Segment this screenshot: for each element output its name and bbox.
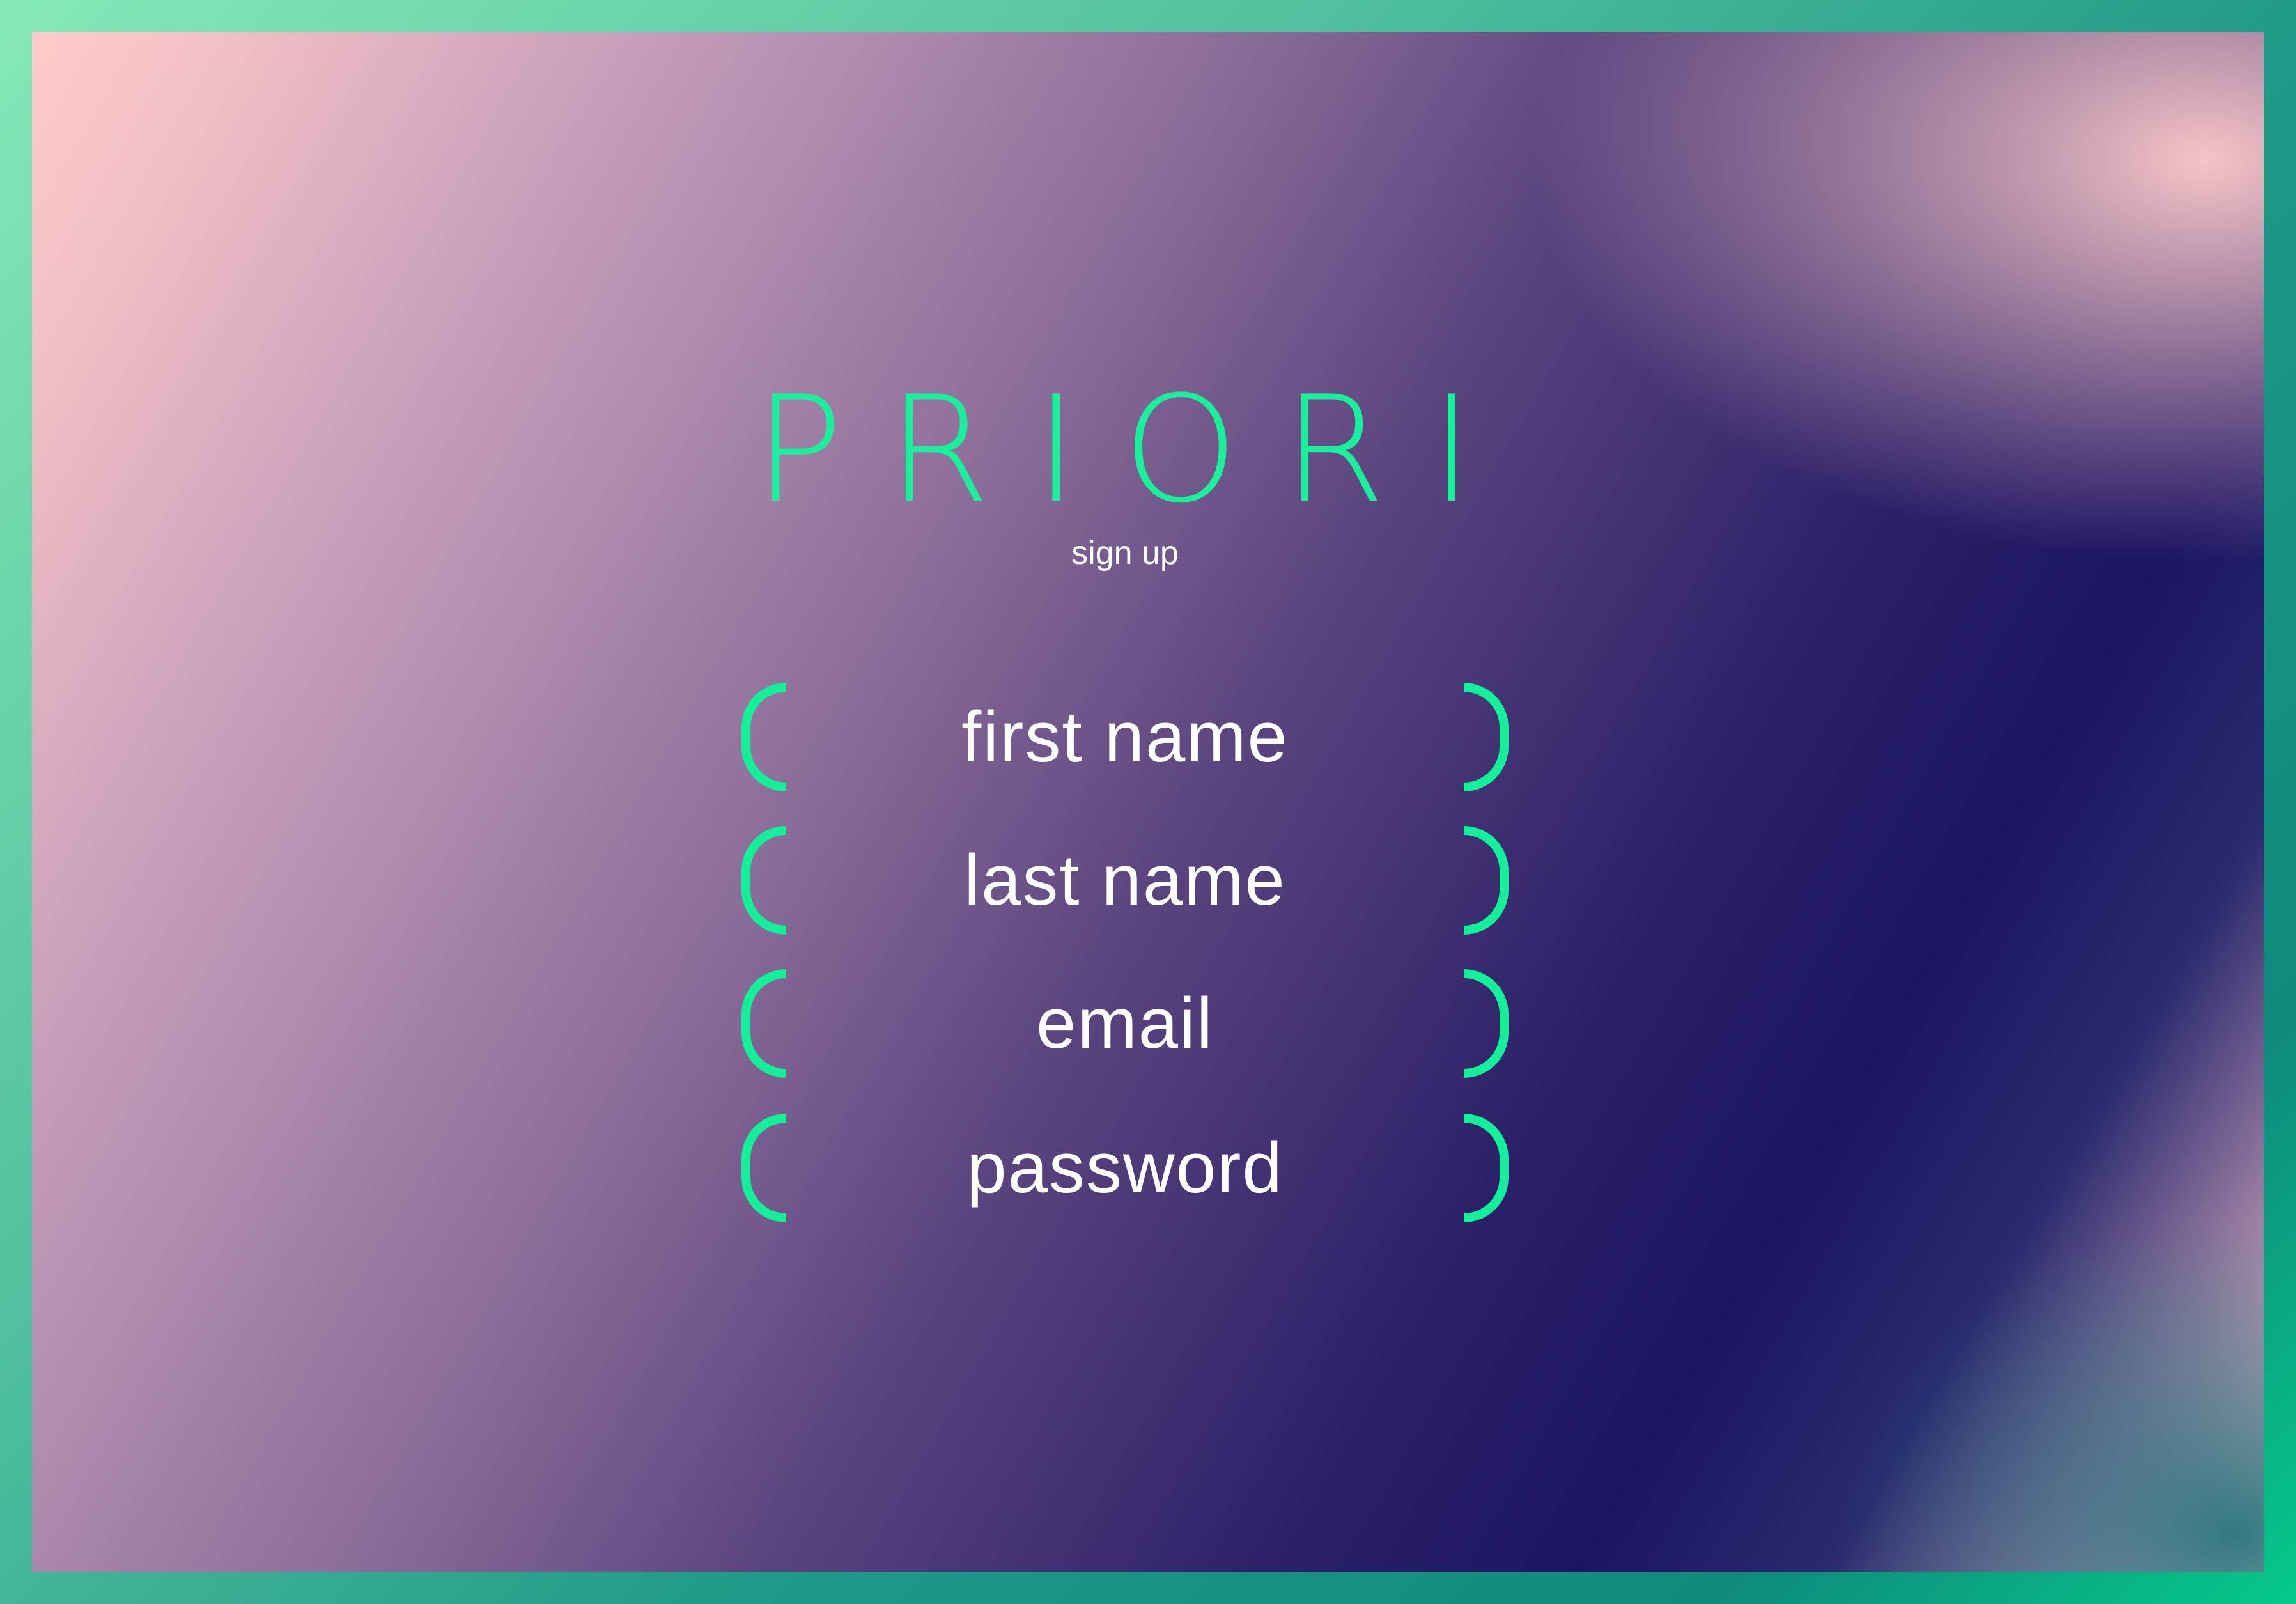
left-bracket-icon <box>741 826 786 935</box>
left-bracket-icon <box>741 1114 786 1222</box>
left-bracket-icon <box>741 969 786 1078</box>
field-label: first name <box>961 697 1289 777</box>
password-field[interactable]: password <box>741 1114 1509 1222</box>
left-bracket-icon <box>741 683 786 791</box>
email-field[interactable]: email <box>741 969 1509 1078</box>
page-subtitle: sign up <box>1071 534 1179 572</box>
field-label: last name <box>964 840 1286 920</box>
right-bracket-icon <box>1464 683 1509 791</box>
field-label: password <box>966 1128 1284 1208</box>
background-panel <box>32 32 2264 1572</box>
app-title: PRIORI <box>754 365 1519 536</box>
right-bracket-icon <box>1464 969 1509 1078</box>
first-name-field[interactable]: first name <box>741 683 1509 791</box>
background-shade <box>32 32 2264 1572</box>
right-bracket-icon <box>1464 826 1509 935</box>
last-name-field[interactable]: last name <box>741 826 1509 935</box>
right-bracket-icon <box>1464 1114 1509 1222</box>
field-label: email <box>1036 983 1214 1063</box>
page-frame <box>0 0 2296 1604</box>
